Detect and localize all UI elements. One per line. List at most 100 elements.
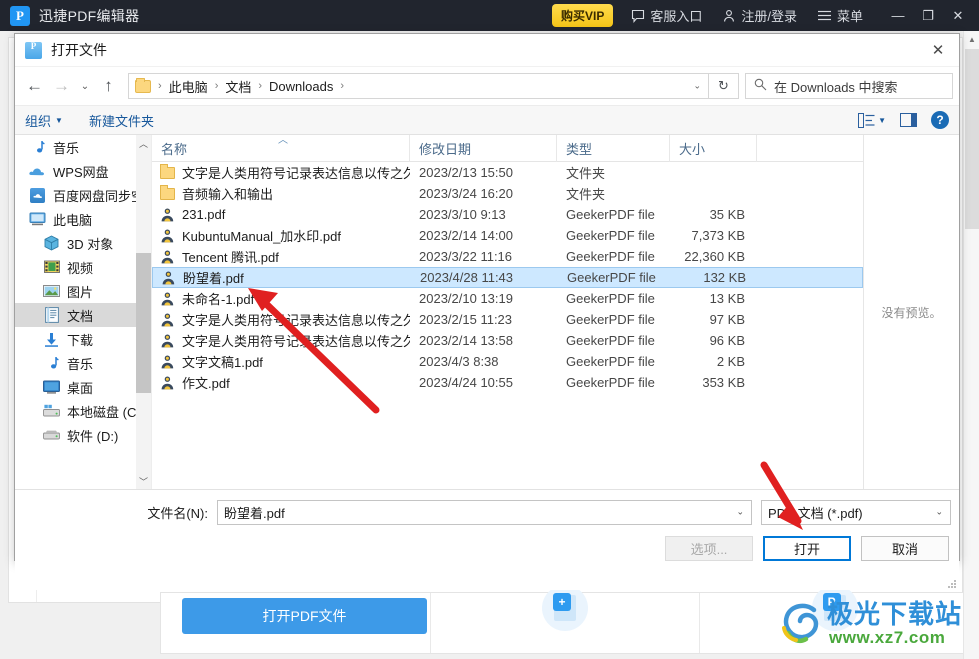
tree-scrollbar[interactable]: ︿ ﹀ (136, 135, 151, 489)
hamburger-icon (817, 9, 832, 22)
tree-item-12[interactable]: 软件 (D:) (15, 423, 151, 447)
tree-item-9[interactable]: 音乐 (15, 351, 151, 375)
card-open-pdf[interactable]: 打开PDF文件 (161, 593, 431, 653)
customer-service-entry[interactable]: 客服入口 (631, 6, 702, 25)
forward-button[interactable]: → (48, 72, 75, 100)
chevron-down-icon[interactable]: ▼ (878, 116, 886, 125)
table-row[interactable]: 文字是人类用符号记录表达信息以传之久... 2023/2/13 15:50 文件夹 (152, 162, 863, 183)
desktop-icon (43, 379, 60, 396)
tree-item-10[interactable]: 桌面 (15, 375, 151, 399)
maximize-button[interactable]: ❐ (913, 0, 943, 31)
file-size-cell: 96 KB (709, 333, 745, 348)
plus-badge-glyph: + (553, 593, 571, 611)
buy-vip-button[interactable]: 购买VIP (552, 4, 614, 27)
column-header-size[interactable]: 大小 (670, 135, 757, 162)
search-input[interactable]: 在 Downloads 中搜索 (745, 73, 953, 99)
app-title: 迅捷PDF编辑器 (39, 7, 140, 24)
refresh-button[interactable]: ↻ (709, 73, 739, 99)
column-header-type[interactable]: 类型 (557, 135, 670, 162)
table-row[interactable]: KubuntuManual_加水印.pdf 2023/2/14 14:00 Geek… (152, 225, 863, 246)
music-note-icon (29, 139, 46, 156)
app-logo-icon: P (10, 5, 30, 26)
tree-scroll-down-icon[interactable]: ﹀ (136, 473, 151, 489)
open-pdf-file-button[interactable]: 打开PDF文件 (182, 598, 427, 634)
table-row[interactable]: 文字是人类用符号记录表达信息以传之久... 2023/2/15 11:23 Geek… (152, 309, 863, 330)
recent-locations-button[interactable]: ⌄ (75, 72, 95, 100)
table-row[interactable]: 音频输入和输出 2023/3/24 16:20 文件夹 (152, 183, 863, 204)
file-date-cell: 2023/2/14 14:00 (419, 228, 513, 243)
open-button[interactable]: 打开 (763, 536, 851, 561)
file-date-cell: 2023/4/28 11:43 (420, 270, 514, 285)
file-type-cell: GeekerPDF file (566, 249, 655, 264)
table-row[interactable]: 作文.pdf 2023/4/24 10:55 GeekerPDF file 353 K… (152, 372, 863, 393)
tree-scroll-up-icon[interactable]: ︿ (136, 135, 151, 152)
table-row[interactable]: Tencent 腾讯.pdf 2023/3/22 11:16 GeekerPDF f… (152, 246, 863, 267)
tree-scrollbar-thumb[interactable] (136, 253, 151, 393)
cancel-button[interactable]: 取消 (861, 536, 949, 561)
pdf-file-icon (160, 228, 175, 243)
list-view-icon[interactable]: ▼ (858, 112, 886, 128)
preview-pane-icon[interactable] (900, 113, 917, 127)
scroll-up-arrow-icon[interactable]: ▲ (964, 31, 979, 48)
card-create-pdf[interactable]: + (431, 585, 701, 653)
chevron-down-icon[interactable]: ⌄ (935, 507, 943, 518)
tree-item-7[interactable]: 文档 (15, 303, 151, 327)
file-date-cell: 2023/3/22 11:16 (419, 249, 513, 264)
table-row[interactable]: 231.pdf 2023/3/10 9:13 GeekerPDF file 35 KB (152, 204, 863, 225)
card-pdf-tool[interactable]: P (700, 585, 969, 653)
tree-item-3[interactable]: 此电脑 (15, 207, 151, 231)
dialog-toolbar: 组织 ▼ 新建文件夹 ▼ ? (15, 105, 959, 135)
tree-item-0[interactable]: 音乐 (15, 135, 151, 159)
table-row[interactable]: 未命名-1.pdf 2023/2/10 13:19 GeekerPDF file 13… (152, 288, 863, 309)
table-row[interactable]: 文字文稿1.pdf 2023/4/3 8:38 GeekerPDF file 2 KB (152, 351, 863, 372)
tree-item-8[interactable]: 下载 (15, 327, 151, 351)
tree-item-4[interactable]: 3D 对象 (15, 231, 151, 255)
tree-item-5[interactable]: 视频 (15, 255, 151, 279)
table-row[interactable]: 盼望着.pdf 2023/4/28 11:43 GeekerPDF file 132 … (152, 267, 863, 288)
navigation-tree: 音乐 WPS网盘 百度网盘同步空间 此电脑 3D 对象 视频 图片 文档 下载 音乐 桌面 本地磁盘 … (15, 135, 152, 489)
file-name-label: 作文.pdf (182, 376, 230, 391)
breadcrumb-segment-documents[interactable]: 文档 (225, 77, 251, 96)
new-folder-button[interactable]: 新建文件夹 (89, 111, 154, 130)
breadcrumb-segment-this-pc[interactable]: 此电脑 (169, 77, 208, 96)
dialog-bottom: 文件名(N): 盼望着.pdf ⌄ PDF 文档 (*.pdf) ⌄ 选项...… (15, 490, 959, 590)
file-date-cell: 2023/3/24 16:20 (419, 186, 513, 201)
column-header-name[interactable]: 名称 ︿ (152, 135, 410, 162)
video-icon (43, 259, 60, 276)
dialog-close-button[interactable]: ✕ (917, 34, 959, 67)
breadcrumb-segment-downloads[interactable]: Downloads (269, 79, 333, 94)
tree-item-6[interactable]: 图片 (15, 279, 151, 303)
file-name-label: 未命名-1.pdf (182, 292, 255, 307)
filename-input[interactable]: 盼望着.pdf ⌄ (217, 499, 752, 525)
organize-button[interactable]: 组织 ▼ (25, 111, 63, 130)
filetype-select[interactable]: PDF 文档 (*.pdf) ⌄ (761, 499, 951, 525)
preview-pane: 没有预览。 (863, 135, 959, 489)
column-header-date[interactable]: 修改日期 (410, 135, 557, 162)
up-button[interactable]: ↑ (95, 72, 122, 100)
options-button[interactable]: 选项... (665, 536, 753, 561)
minimize-button[interactable]: — (883, 0, 913, 31)
file-size-cell: 97 KB (709, 312, 745, 327)
menu-entry[interactable]: 菜单 (817, 6, 863, 25)
close-button[interactable]: ✕ (943, 0, 973, 31)
chevron-down-icon[interactable]: ⌄ (736, 507, 744, 518)
account-entry[interactable]: 注册/登录 (722, 6, 797, 25)
file-name-cell: 盼望着.pdf (153, 268, 411, 287)
tree-item-11[interactable]: 本地磁盘 (C:) (15, 399, 151, 423)
chevron-down-icon[interactable]: ⌄ (693, 81, 701, 92)
tree-item-label: 此电脑 (53, 212, 93, 228)
app-titlebar: P 迅捷PDF编辑器 购买VIP 客服入口 注册/登录 菜单 — ❐ ✕ (0, 0, 979, 31)
table-row[interactable]: 文字是人类用符号记录表达信息以传之久... 2023/2/14 13:58 Geek… (152, 330, 863, 351)
help-icon[interactable]: ? (931, 111, 949, 129)
dialog-toolbar-right: ▼ ? (858, 111, 949, 129)
back-button[interactable]: ← (21, 72, 48, 100)
scrollbar-thumb[interactable] (965, 49, 979, 229)
pdf-badge-icon: P (811, 585, 858, 631)
breadcrumb[interactable]: › 此电脑 › 文档 › Downloads › ⌄ (128, 73, 709, 99)
app-vertical-scrollbar[interactable]: ▲ (963, 31, 979, 659)
tree-item-1[interactable]: WPS网盘 (15, 159, 151, 183)
tree-item-2[interactable]: 百度网盘同步空间 (15, 183, 151, 207)
file-type-cell: GeekerPDF file (566, 228, 655, 243)
resize-grip[interactable] (946, 578, 957, 589)
tree-item-label: 音乐 (67, 356, 94, 372)
